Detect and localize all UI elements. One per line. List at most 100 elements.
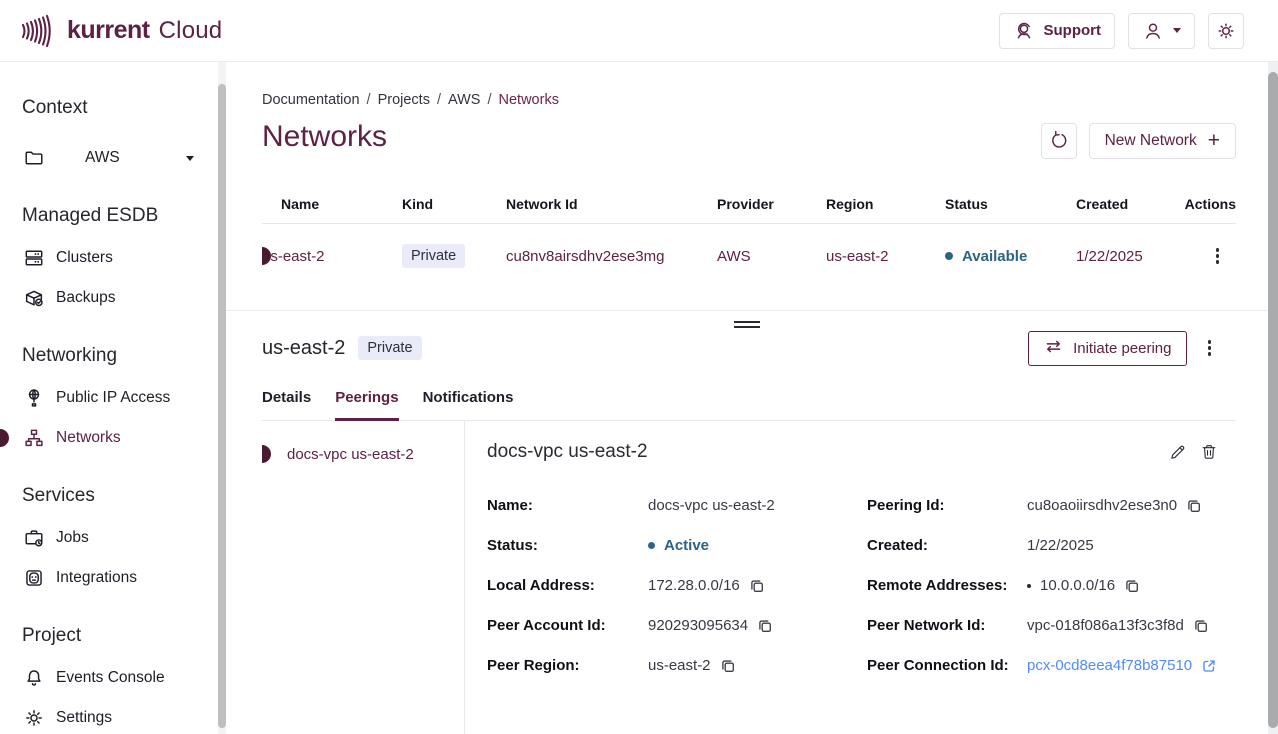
support-button[interactable]: Support	[999, 13, 1116, 49]
delete-peering-button[interactable]	[1199, 442, 1219, 462]
peering-fields: Name: docs-vpc us-east-2 Peering Id: cu8…	[487, 495, 1236, 676]
user-menu-button[interactable]	[1128, 13, 1195, 49]
status-dot	[945, 252, 953, 260]
sidebar-item-label: Public IP Access	[56, 389, 170, 407]
edit-peering-button[interactable]	[1168, 442, 1188, 462]
tab-notifications[interactable]: Notifications	[423, 389, 514, 421]
detail-tabs: Details Peerings Notifications	[262, 389, 1236, 421]
field-label: Peer Connection Id:	[867, 655, 1027, 676]
new-network-label: New Network	[1105, 132, 1197, 150]
trash-icon	[1199, 442, 1219, 462]
breadcrumb-aws[interactable]: AWS	[448, 92, 481, 108]
field-label: Peer Region:	[487, 655, 648, 676]
sidebar-item-label: Settings	[56, 709, 112, 727]
copy-icon[interactable]	[1124, 578, 1140, 594]
col-header-actions: Actions	[1185, 196, 1236, 212]
sidebar-item-settings[interactable]: Settings	[22, 698, 226, 734]
network-icon	[23, 427, 45, 449]
sidebar-scrollbar-thumb[interactable]	[218, 84, 226, 728]
page-scrollbar-thumb[interactable]	[1268, 72, 1278, 728]
col-header-status: Status	[945, 196, 1076, 212]
field-value-created: 1/22/2025	[1027, 535, 1094, 556]
table-row[interactable]: us-east-2 Private cu8nv8airsdhv2ese3mg A…	[262, 224, 1236, 288]
sidebar-section-services: Services	[22, 484, 226, 508]
field-label: Status:	[487, 535, 648, 556]
row-actions-menu[interactable]	[1213, 245, 1223, 267]
tab-details[interactable]: Details	[262, 389, 311, 421]
sidebar-item-events-console[interactable]: Events Console	[22, 658, 226, 698]
sidebar-item-label: Backups	[56, 289, 115, 307]
cell-name: us-east-2	[262, 248, 402, 265]
sidebar-item-integrations[interactable]: Integrations	[22, 558, 226, 598]
top-bar: kurrent Cloud Support	[0, 0, 1278, 62]
initiate-peering-button[interactable]: Initiate peering	[1028, 331, 1186, 366]
copy-icon[interactable]	[720, 658, 736, 674]
peering-list: docs-vpc us-east-2	[226, 421, 465, 734]
briefcase-icon	[23, 527, 45, 549]
panel-actions-menu[interactable]	[1205, 337, 1215, 359]
refresh-button[interactable]	[1041, 123, 1077, 159]
active-item-marker	[0, 429, 9, 447]
sidebar-scrollbar[interactable]	[218, 62, 226, 734]
col-header-name: Name	[262, 196, 402, 212]
cell-provider: AWS	[717, 248, 826, 265]
bell-icon	[23, 667, 45, 689]
breadcrumb-projects[interactable]: Projects	[378, 92, 430, 108]
backups-icon	[23, 287, 45, 309]
sidebar-item-public-ip-access[interactable]: Public IP Access	[22, 378, 226, 418]
field-label: Local Address:	[487, 575, 648, 596]
initiate-peering-label: Initiate peering	[1073, 340, 1171, 357]
folder-icon	[23, 147, 45, 169]
sidebar-section-project: Project	[22, 624, 226, 648]
context-selector[interactable]: AWS	[22, 138, 194, 178]
field-label: Remote Addresses:	[867, 575, 1027, 596]
brand-name: kurrent	[67, 16, 150, 45]
refresh-icon	[1048, 129, 1070, 154]
list-bullet	[1027, 584, 1031, 588]
peering-list-item[interactable]: docs-vpc us-east-2	[226, 443, 464, 465]
pencil-icon	[1168, 442, 1188, 462]
kurrent-cloud-logo[interactable]: kurrent Cloud	[20, 12, 222, 50]
table-header-row: Name Kind Network Id Provider Region Sta…	[262, 185, 1236, 223]
support-label: Support	[1044, 22, 1102, 39]
status-badge: Available	[962, 248, 1027, 265]
sidebar-item-jobs[interactable]: Jobs	[22, 518, 226, 558]
copy-icon[interactable]	[749, 578, 765, 594]
networks-table: Name Kind Network Id Provider Region Sta…	[262, 185, 1236, 288]
col-header-created: Created	[1076, 196, 1183, 212]
chevron-down-icon	[1173, 28, 1181, 33]
copy-icon[interactable]	[757, 618, 773, 634]
chevron-down-icon	[186, 156, 194, 161]
sidebar-item-networks[interactable]: Networks	[22, 418, 226, 458]
field-value-peer-account-id: 920293095634	[648, 615, 748, 636]
headset-icon	[1013, 20, 1035, 42]
sidebar-section-networking: Networking	[22, 344, 226, 368]
panel-kind-badge: Private	[358, 336, 421, 360]
field-value-remote-addresses: 10.0.0.0/16	[1040, 575, 1115, 596]
copy-icon[interactable]	[1186, 498, 1202, 514]
swap-arrows-icon	[1043, 336, 1064, 361]
gear-icon	[23, 707, 45, 729]
peer-connection-link[interactable]: pcx-0cd8eea4f78b87510	[1027, 655, 1192, 676]
theme-toggle-button[interactable]	[1208, 13, 1244, 49]
app-root: kurrent Cloud Support	[0, 0, 1278, 734]
plus-icon: +	[1208, 130, 1220, 151]
new-network-button[interactable]: New Network +	[1089, 123, 1236, 159]
col-header-kind: Kind	[402, 196, 506, 212]
sidebar-item-label: Clusters	[56, 249, 113, 267]
tab-peerings[interactable]: Peerings	[335, 389, 398, 421]
field-value-status: Active	[664, 535, 709, 556]
sidebar-item-clusters[interactable]: Clusters	[22, 238, 226, 278]
external-link-icon[interactable]	[1201, 658, 1217, 674]
sidebar-item-backups[interactable]: Backups	[22, 278, 226, 318]
selected-peering-marker	[262, 445, 271, 463]
copy-icon[interactable]	[1193, 618, 1209, 634]
peering-detail: docs-vpc us-east-2	[465, 421, 1268, 734]
page-scrollbar[interactable]	[1268, 62, 1278, 734]
peering-detail-title: docs-vpc us-east-2	[487, 441, 648, 463]
breadcrumb-networks: Networks	[499, 92, 559, 108]
breadcrumb-documentation[interactable]: Documentation	[262, 92, 360, 108]
field-label: Peering Id:	[867, 495, 1027, 516]
sidebar-section-managed-esdb: Managed ESDB	[22, 204, 226, 228]
sidebar: Context AWS Managed ESDB	[0, 62, 226, 734]
